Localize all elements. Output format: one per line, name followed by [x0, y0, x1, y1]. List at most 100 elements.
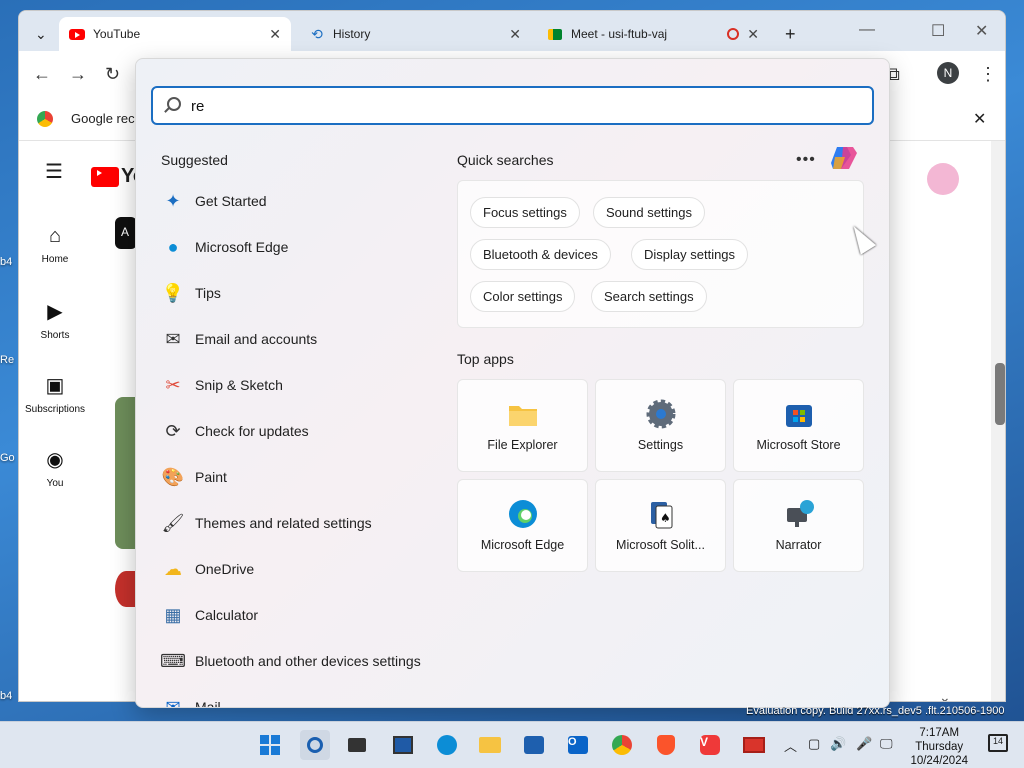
search-icon	[167, 97, 181, 111]
suggested-item-label: Themes and related settings	[195, 515, 372, 531]
suggested-item[interactable]: ✦ Get Started	[161, 181, 451, 221]
taskbar-search-button[interactable]	[300, 730, 330, 760]
suggested-item[interactable]: ⟳ Check for updates	[161, 411, 451, 451]
tab-youtube[interactable]: YouTube ✕	[59, 17, 291, 51]
tab-strip: ⌄ YouTube ✕ ⟲ History ✕ Meet - usi-ftub-…	[19, 11, 1005, 51]
tab-search-button[interactable]: ⌄	[25, 17, 57, 51]
close-tab-icon[interactable]: ✕	[269, 26, 281, 43]
back-icon[interactable]: ←	[33, 64, 51, 85]
close-infobar-icon[interactable]: ✕	[973, 109, 986, 129]
app-tile-file-explorer[interactable]: File Explorer	[457, 379, 588, 472]
close-tab-icon[interactable]: ✕	[509, 26, 521, 43]
file-explorer-icon[interactable]	[477, 732, 503, 758]
minimize-icon[interactable]: —	[859, 21, 875, 39]
copilot-icon[interactable]	[829, 143, 859, 173]
meet-icon	[547, 26, 563, 42]
app-window-icon[interactable]	[741, 732, 767, 758]
app-tile-microsoft-edge[interactable]: Microsoft Edge	[457, 479, 588, 572]
tray-app-icon[interactable]: ▢	[808, 736, 820, 752]
quick-search-chip[interactable]: Sound settings	[593, 197, 706, 228]
sidebar-item-shorts[interactable]: ▶ Shorts	[19, 299, 91, 341]
menu-kebab-icon[interactable]: ⋮	[979, 64, 997, 85]
new-tab-button[interactable]: +	[775, 17, 806, 51]
show-hidden-icons-icon[interactable]: ︿	[784, 736, 797, 755]
hamburger-menu-icon[interactable]: ☰	[45, 159, 63, 184]
sidebar-item-subscriptions[interactable]: ▣ Subscriptions	[19, 373, 91, 415]
account-avatar[interactable]	[927, 163, 959, 195]
tab-label: Meet - usi-ftub-vaj	[571, 27, 668, 41]
you-icon: ◉	[46, 449, 64, 471]
suggested-item[interactable]: ▦ Calculator	[161, 595, 451, 635]
youtube-logo-icon[interactable]	[91, 167, 119, 190]
suggested-item[interactable]: 🖌 Themes and related settings	[161, 503, 451, 543]
edge-icon: ●	[167, 236, 179, 257]
tab-label: YouTube	[93, 27, 141, 41]
windows-logo-icon	[260, 735, 280, 755]
app-tile-microsoft-solitaire[interactable]: ♠ Microsoft Solit...	[595, 479, 726, 572]
suggested-item-label: Bluetooth and other devices settings	[195, 653, 421, 669]
suggested-item[interactable]: 🎨 Paint	[161, 457, 451, 497]
start-search-panel: Suggested ✦ Get Started ● Microsoft Edge 💡 Ti…	[135, 58, 890, 708]
page-scrollbar[interactable]	[991, 141, 1005, 701]
close-tab-icon[interactable]: ✕	[747, 26, 759, 43]
tab-meet[interactable]: Meet - usi-ftub-vaj ✕	[537, 17, 769, 51]
app-tile-settings[interactable]: Settings	[595, 379, 726, 472]
channel-avatar[interactable]	[115, 571, 137, 607]
brave-icon[interactable]	[653, 732, 679, 758]
app-tile-microsoft-store[interactable]: Microsoft Store	[733, 379, 864, 472]
microphone-icon[interactable]: 🎤	[856, 736, 872, 752]
scrollbar-thumb[interactable]	[995, 363, 1005, 425]
widgets-icon[interactable]	[390, 732, 416, 758]
quick-search-chip[interactable]: Color settings	[470, 281, 576, 312]
suggested-item[interactable]: ☁ OneDrive	[161, 549, 451, 589]
outlook-icon[interactable]: O	[565, 732, 591, 758]
paint-icon: 🎨	[161, 466, 185, 487]
clock-day: Thursday	[915, 741, 964, 753]
suggested-item[interactable]: ✉ Email and accounts	[161, 319, 451, 359]
quick-search-chip[interactable]: Display settings	[631, 239, 749, 270]
forward-icon[interactable]: →	[69, 64, 87, 85]
search-input[interactable]	[191, 96, 851, 116]
suggested-item[interactable]: ⌨ Bluetooth and other devices settings	[160, 641, 451, 681]
chevron-down-icon[interactable]: ⌄	[939, 689, 951, 701]
vivaldi-icon[interactable]: V	[697, 732, 723, 758]
quick-search-chip[interactable]: Search settings	[591, 281, 707, 312]
task-view-icon[interactable]	[344, 732, 370, 758]
suggested-item-label: Paint	[195, 469, 227, 485]
youtube-icon	[69, 26, 85, 42]
volume-icon[interactable]: 🔊	[830, 736, 846, 752]
suggested-item[interactable]: ✂ Snip & Sketch	[161, 365, 451, 405]
suggested-item[interactable]: 💡 Tips	[161, 273, 451, 313]
sidebar-item-home[interactable]: ⌂ Home	[19, 225, 91, 265]
video-thumbnail[interactable]	[115, 397, 137, 549]
calculator-icon: ▦	[164, 604, 182, 625]
quick-search-chip[interactable]: Bluetooth & devices	[470, 239, 611, 270]
clock[interactable]: 7:17AM Thursday 10/24/2024	[910, 726, 968, 768]
filter-chip[interactable]: A	[115, 217, 137, 249]
snip-sketch-icon: ✂	[165, 374, 181, 395]
maximize-icon[interactable]: ☐	[931, 21, 945, 41]
app-tile-narrator[interactable]: Narrator	[733, 479, 864, 572]
quick-search-chip[interactable]: Focus settings	[470, 197, 580, 228]
sidebar-item-you[interactable]: ◉ You	[19, 447, 91, 489]
store-icon[interactable]	[521, 732, 547, 758]
network-icon[interactable]: 🖵	[880, 736, 893, 752]
subscriptions-icon: ▣	[45, 375, 65, 397]
clock-date: 10/24/2024	[910, 755, 968, 767]
brush-icon: 🖌	[161, 512, 185, 533]
more-options-icon[interactable]: •••	[796, 151, 816, 169]
search-box[interactable]	[151, 86, 874, 125]
suggested-item[interactable]: ● Microsoft Edge	[161, 227, 451, 267]
tab-history[interactable]: ⟲ History ✕	[299, 17, 531, 51]
chrome-icon[interactable]	[609, 732, 635, 758]
start-button[interactable]	[257, 732, 283, 758]
store-icon	[785, 405, 812, 427]
profile-avatar[interactable]: N	[937, 62, 959, 84]
close-window-icon[interactable]: ✕	[975, 21, 988, 41]
edge-icon[interactable]	[434, 732, 460, 758]
notification-center-button[interactable]: 14	[988, 734, 1008, 752]
desktop-label-fragment: Re	[0, 354, 15, 366]
top-apps-heading: Top apps	[457, 351, 514, 367]
suggested-item[interactable]: ✉ Mail	[161, 687, 451, 708]
reload-icon[interactable]: ↻	[105, 64, 120, 85]
